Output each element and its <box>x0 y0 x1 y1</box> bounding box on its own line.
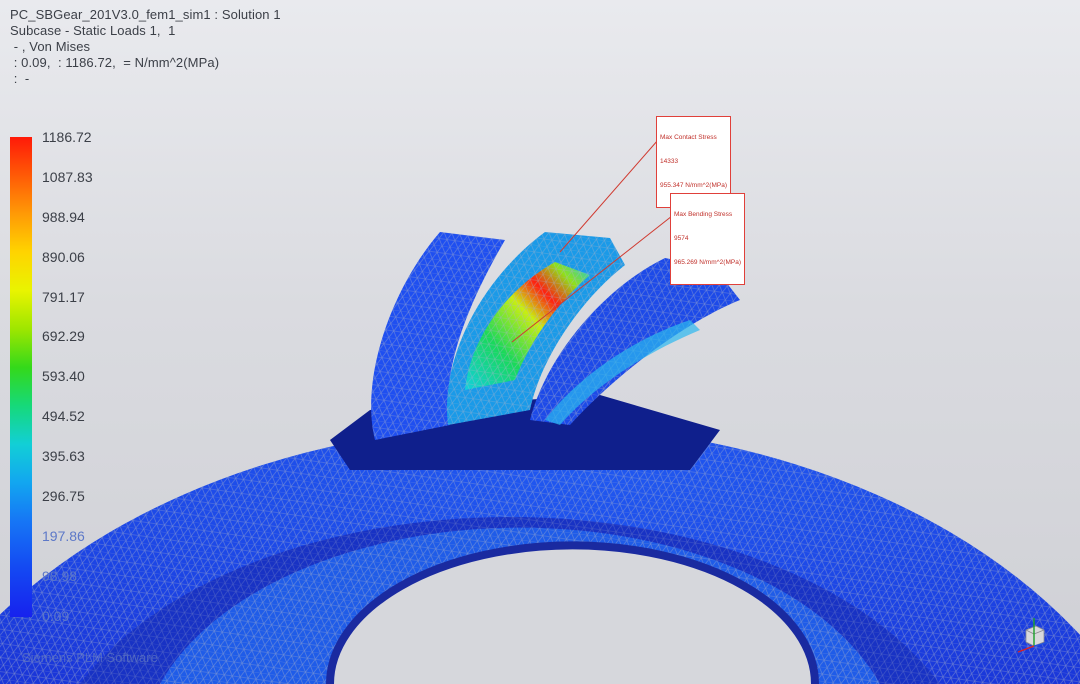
footer-watermark: Siemens PLM Software <box>22 650 158 665</box>
callout-title: Max Bending Stress <box>674 211 733 218</box>
result-extra-label: : - <box>10 71 30 86</box>
legend-value: 1186.72 <box>42 129 92 145</box>
max-bending-stress-callout[interactable]: Max Bending Stress 9574 965.269 N/mm^2(M… <box>670 193 745 285</box>
legend-value: 988.94 <box>42 209 85 225</box>
legend-value: 791.17 <box>42 289 85 305</box>
legend-value: 296.75 <box>42 488 85 504</box>
callout-node: 14333 <box>660 158 679 165</box>
result-header: PC_SBGear_201V3.0_fem1_sim1 : Solution 1… <box>10 7 281 87</box>
contact-leader-line <box>559 139 659 253</box>
legend-value: 494.52 <box>42 408 85 424</box>
legend-value: 197.86 <box>42 528 85 544</box>
subcase-label: Subcase - Static Loads 1, 1 <box>10 23 176 38</box>
legend-value: 593.40 <box>42 368 85 384</box>
solution-title: PC_SBGear_201V3.0_fem1_sim1 : Solution 1 <box>10 7 281 22</box>
legend-value: 0.09 <box>42 608 70 624</box>
callout-node: 9574 <box>674 235 689 242</box>
callout-value: 955.347 N/mm^2(MPa) <box>660 182 727 189</box>
result-type-label: - , Von Mises <box>10 39 91 54</box>
legend-value: 1087.83 <box>42 169 93 185</box>
legend-value: 98.98 <box>42 568 78 584</box>
callout-value: 965.269 N/mm^2(MPa) <box>674 259 741 266</box>
stress-legend-colorbar <box>10 137 32 617</box>
legend-value: 395.63 <box>42 448 85 464</box>
callout-title: Max Contact Stress <box>660 134 717 141</box>
gear-fem-model[interactable] <box>0 0 1080 684</box>
legend-value: 890.06 <box>42 249 85 265</box>
legend-value: 692.29 <box>42 328 85 344</box>
graphics-viewport[interactable]: PC_SBGear_201V3.0_fem1_sim1 : Solution 1… <box>0 0 1080 684</box>
coordinate-triad-icon[interactable] <box>1012 612 1054 658</box>
result-range-label: : 0.09, : 1186.72, = N/mm^2(MPa) <box>10 55 220 70</box>
